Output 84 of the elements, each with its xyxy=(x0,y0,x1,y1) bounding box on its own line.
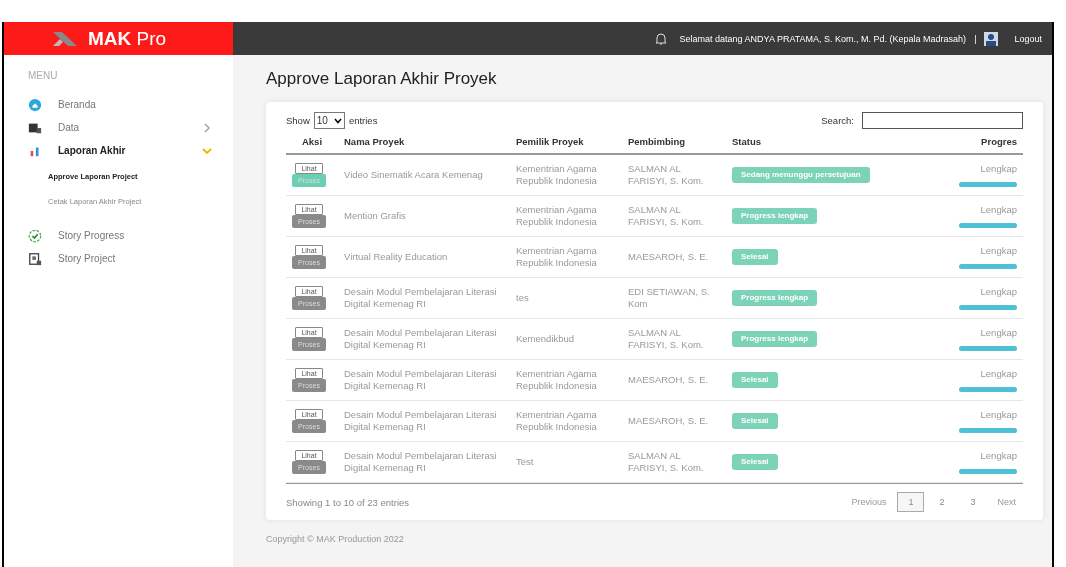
table-cell: Kementrian Agama Republik Indonesia xyxy=(516,367,597,391)
sidebar-item[interactable]: Story Project xyxy=(28,247,213,270)
progress-bar xyxy=(959,468,1017,474)
status-badge: Selesai xyxy=(732,371,778,389)
table-cell: Test xyxy=(516,455,534,467)
column-header: Status xyxy=(732,136,762,147)
column-header: Pemilik Proyek xyxy=(516,136,584,147)
search-label: Search: xyxy=(821,115,854,126)
table-cell: MAESAROH, S. E. xyxy=(628,250,709,262)
status-badge: Sedang menunggu persetujuan xyxy=(732,166,870,184)
table-cell: Virtual Reality Education xyxy=(344,250,448,262)
status-badge: Progress lengkap xyxy=(732,330,818,348)
progress-label: Lengkap xyxy=(980,368,1017,381)
column-header: Nama Proyek xyxy=(344,136,405,147)
progress-bar xyxy=(959,304,1017,310)
show-label: Show xyxy=(286,115,310,126)
entries-info: Showing 1 to 10 of 23 entries xyxy=(286,496,410,508)
sidebar-item[interactable]: Beranda xyxy=(28,93,213,116)
progress-bar xyxy=(959,427,1017,433)
page-size-select[interactable]: 10 xyxy=(313,112,345,129)
progress-bar xyxy=(959,386,1017,392)
bell-icon[interactable] xyxy=(653,31,668,46)
check-circle-icon xyxy=(28,228,42,243)
progress-label: Lengkap xyxy=(980,327,1017,340)
table-cell: Kemendikbud xyxy=(516,332,575,344)
progress-label: Lengkap xyxy=(980,450,1017,463)
progress-bar xyxy=(959,345,1017,351)
table-cell: Kementrian Agama Republik Indonesia xyxy=(516,203,597,227)
sidebar-item[interactable]: Data xyxy=(28,116,213,139)
document-icon xyxy=(28,251,42,266)
table-cell: SALMAN AL FARISYI, S. Kom. xyxy=(628,326,704,350)
progress-label: Lengkap xyxy=(980,204,1017,217)
caret-icon xyxy=(333,117,342,124)
table-cell: SALMAN AL FARISYI, S. Kom. xyxy=(628,449,704,473)
progress-label: Lengkap xyxy=(980,163,1017,176)
pagination-link[interactable]: Previous xyxy=(844,492,894,512)
status-badge: Selesai xyxy=(732,412,778,430)
table-cell: Kementrian Agama Republik Indonesia xyxy=(516,408,597,432)
progress-bar xyxy=(959,263,1017,269)
pagination-link[interactable]: Next xyxy=(990,492,1023,512)
home-icon xyxy=(28,97,42,112)
table-cell: Video Sinematik Acara Kemenag xyxy=(344,168,483,180)
table-cell: Desain Modul Pembelajaran Literasi Digital Kemenag RI xyxy=(344,285,497,309)
progress-bar xyxy=(959,181,1017,187)
table-cell: Kementrian Agama Republik Indonesia xyxy=(516,244,597,268)
table-cell: Desain Modul Pembelajaran Literasi Digital Kemenag RI xyxy=(344,449,497,473)
search-field[interactable] xyxy=(862,112,1023,129)
table-cell: EDI SETIAWAN, S. Kom xyxy=(628,285,710,309)
progress-bar xyxy=(959,222,1017,228)
table-cell: Desain Modul Pembelajaran Literasi Digital Kemenag RI xyxy=(344,326,497,350)
progress-label: Lengkap xyxy=(980,409,1017,422)
copyright-text: Copyright © MAK Production 2022 xyxy=(266,534,404,544)
page-title: Approve Laporan Akhir Proyek xyxy=(266,69,497,89)
table-cell: SALMAN AL FARISYI, S. Kom. xyxy=(628,203,704,227)
progress-label: Lengkap xyxy=(980,286,1017,299)
welcome-text: Selamat datang ANDYA PRATAMA, S. Kom., M. Pd. (Kepala Madrasah) xyxy=(679,33,967,44)
table-cell: Mention Grafis xyxy=(344,209,406,221)
page-button[interactable]: 2 xyxy=(928,492,956,512)
table-cell: SALMAN AL FARISYI, S. Kom. xyxy=(628,162,704,186)
page-button[interactable]: 1 xyxy=(897,492,925,512)
table-cell: MAESAROH, S. E. xyxy=(628,414,709,426)
status-badge: Progress lengkap xyxy=(732,289,818,307)
status-badge: Progress lengkap xyxy=(732,207,818,225)
status-badge: Selesai xyxy=(732,453,778,471)
logout-link[interactable]: Logout xyxy=(1014,33,1042,44)
table-cell: Kementrian Agama Republik Indonesia xyxy=(516,162,597,186)
table-cell: Desain Modul Pembelajaran Literasi Digital Kemenag RI xyxy=(344,367,497,391)
entries-label: entries xyxy=(348,115,378,126)
column-header: Aksi xyxy=(301,136,323,147)
sidebar-item[interactable]: Laporan Akhir xyxy=(28,139,213,162)
column-header: Pembimbing xyxy=(628,136,685,147)
app-title: MAK Pro xyxy=(88,27,167,50)
user-avatar-icon[interactable] xyxy=(984,31,999,46)
table-cell: Desain Modul Pembelajaran Literasi Digital Kemenag RI xyxy=(344,408,497,432)
table-cell: tes xyxy=(516,291,529,303)
menu-heading: MENU xyxy=(28,70,58,81)
logo-icon xyxy=(52,29,78,48)
page-button[interactable]: 3 xyxy=(959,492,987,512)
separator: | xyxy=(974,33,977,44)
status-badge: Selesai xyxy=(732,248,778,266)
sidebar-item[interactable]: Story Progress xyxy=(28,224,213,247)
progress-label: Lengkap xyxy=(980,245,1017,258)
table-cell: MAESAROH, S. E. xyxy=(628,373,709,385)
column-header: Progres xyxy=(981,136,1017,147)
